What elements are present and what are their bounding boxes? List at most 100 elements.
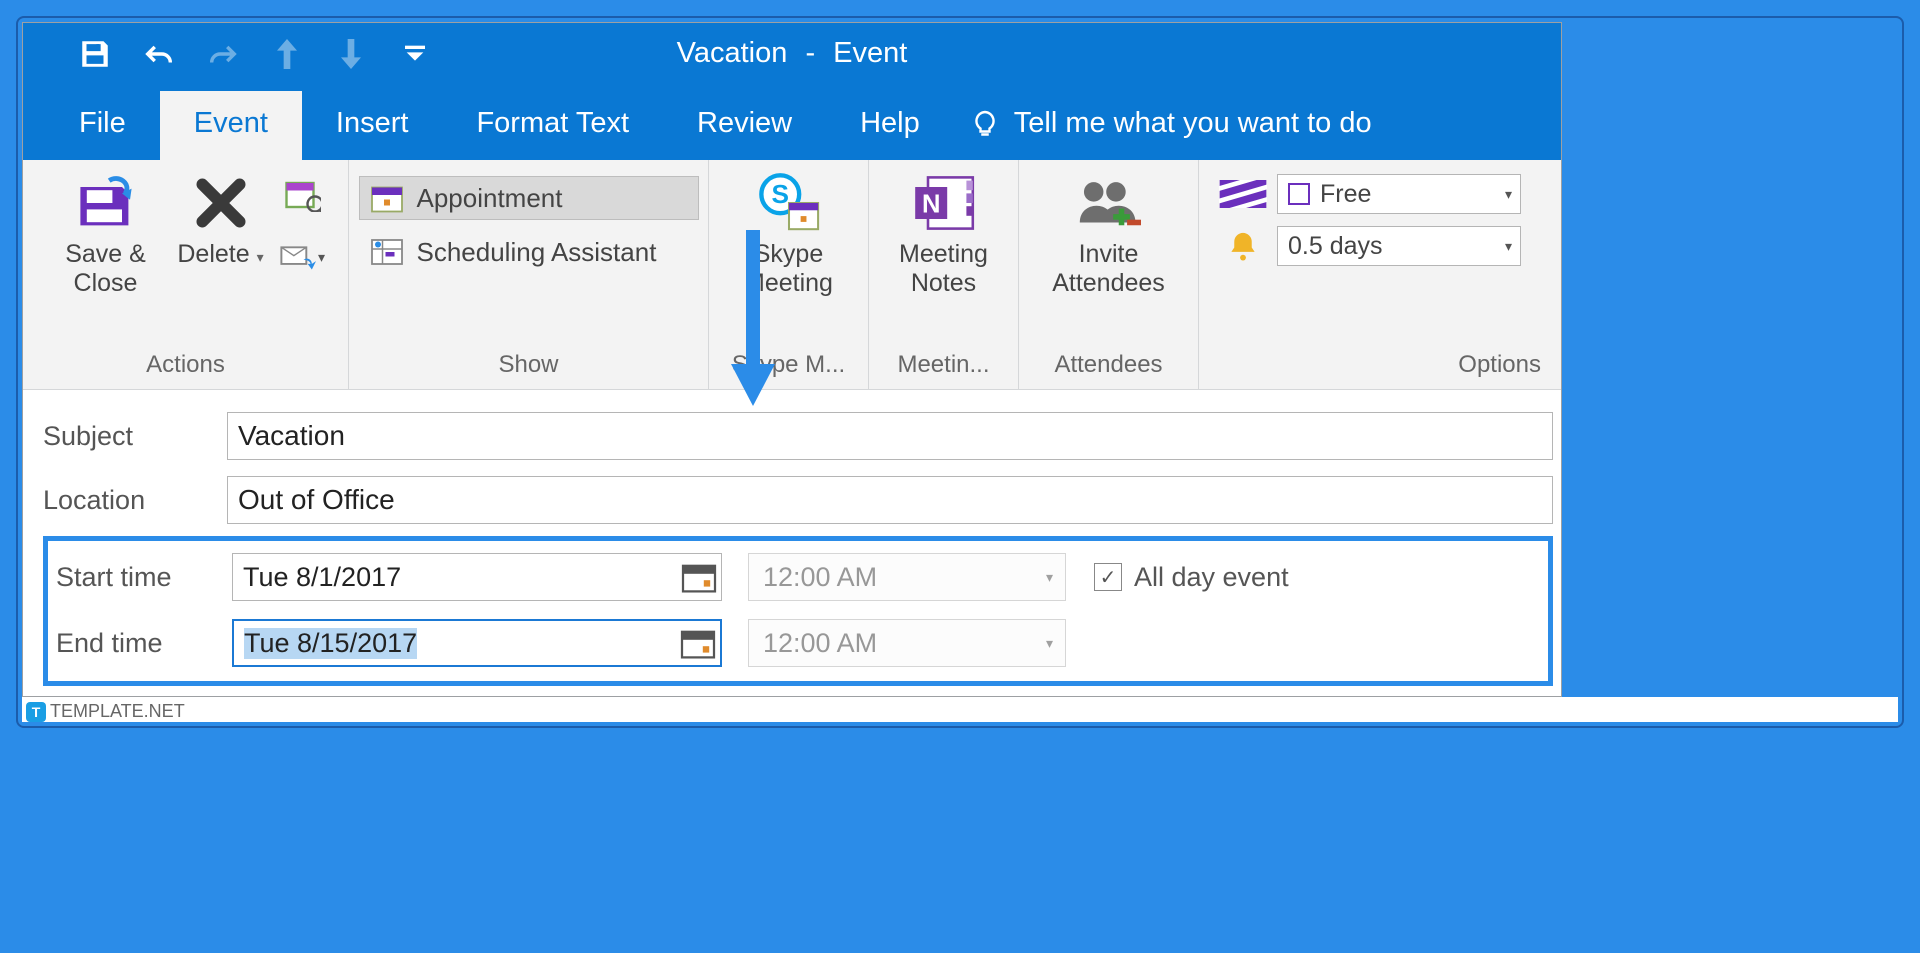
save-icon[interactable] (78, 37, 112, 71)
subject-input[interactable] (227, 412, 1553, 460)
skype-icon: S (757, 172, 821, 234)
tell-me-label: Tell me what you want to do (1014, 107, 1372, 140)
svg-text:N: N (921, 191, 939, 219)
tab-review[interactable]: Review (663, 91, 826, 160)
ribbon-group-attendees: Invite Attendees Attendees (1019, 160, 1199, 389)
dropdown-caret-icon: ▾ (1505, 186, 1512, 203)
checkbox-icon: ✓ (1094, 563, 1122, 591)
all-day-label: All day event (1134, 562, 1289, 593)
redo-icon[interactable] (206, 37, 240, 71)
all-day-checkbox[interactable]: ✓ All day event (1094, 562, 1289, 593)
start-time-dropdown[interactable]: 12:00 AM ▾ (748, 553, 1066, 601)
end-time-row: End time Tue 8/15/2017 12:00 AM ▾ (56, 619, 1520, 667)
subject-label: Subject (43, 421, 227, 452)
skype-meeting-button[interactable]: S Skype Meeting (719, 166, 859, 298)
skype-group-label: Skype M... (709, 345, 868, 389)
save-close-icon (74, 172, 138, 234)
show-as-value: Free (1320, 180, 1371, 209)
appointment-icon (369, 182, 405, 214)
ribbon: Save & Close Delete ▾ ▾ (23, 160, 1561, 390)
tab-insert[interactable]: Insert (302, 91, 443, 160)
end-time-dropdown[interactable]: 12:00 AM ▾ (748, 619, 1066, 667)
title-bar: Vacation - Event (23, 23, 1561, 85)
lightbulb-icon (970, 109, 1000, 139)
show-group-label: Show (349, 345, 708, 389)
subject-row: Subject (43, 412, 1553, 460)
tell-me-search[interactable]: Tell me what you want to do (954, 91, 1392, 160)
show-as-dropdown[interactable]: Free ▾ (1277, 174, 1521, 214)
invite-attendees-button[interactable]: Invite Attendees (1029, 166, 1189, 298)
title-separator: - (805, 37, 815, 69)
location-label: Location (43, 485, 227, 516)
options-group-label: Options (1199, 345, 1561, 389)
reminder-dropdown[interactable]: 0.5 days ▾ (1277, 226, 1521, 266)
quick-access-toolbar (23, 37, 432, 71)
watermark: T TEMPLATE.NET (22, 697, 1898, 722)
reminder-value: 0.5 days (1288, 232, 1383, 261)
save-close-button[interactable]: Save & Close (46, 166, 166, 298)
watermark-badge-icon: T (26, 702, 46, 722)
watermark-text: TEMPLATE.NET (50, 701, 185, 722)
meeting-notes-group-label: Meetin... (869, 345, 1018, 389)
end-time-label: End time (56, 628, 232, 659)
end-date-picker[interactable]: Tue 8/15/2017 (232, 619, 722, 667)
meeting-notes-button[interactable]: N Meeting Notes (879, 166, 1009, 298)
down-arrow-icon[interactable] (334, 37, 368, 71)
skype-label: Skype Meeting (719, 240, 859, 298)
scheduling-assistant-button[interactable]: Scheduling Assistant (359, 230, 699, 274)
onenote-icon: N (912, 172, 976, 234)
start-date-picker[interactable]: Tue 8/1/2017 (232, 553, 722, 601)
event-form: Subject Location Start time Tue 8/1/2017 (23, 390, 1561, 696)
location-input[interactable] (227, 476, 1553, 524)
start-date-value: Tue 8/1/2017 (243, 562, 401, 593)
delete-label: Delete ▾ (177, 240, 263, 269)
delete-icon (189, 172, 253, 234)
tab-format-text[interactable]: Format Text (442, 91, 663, 160)
attendees-label: Invite Attendees (1029, 240, 1189, 298)
dropdown-caret-icon: ▾ (1505, 238, 1512, 255)
time-highlight-frame: Start time Tue 8/1/2017 12:00 AM ▾ ✓ All… (43, 536, 1553, 686)
actions-small-buttons: ▾ (280, 166, 326, 280)
title-item: Vacation (677, 37, 788, 69)
svg-text:S: S (771, 179, 788, 209)
dropdown-caret-icon: ▾ (1046, 569, 1053, 586)
meeting-notes-label: Meeting Notes (879, 240, 1009, 298)
ribbon-group-options: Free ▾ 0.5 days ▾ Optio (1199, 160, 1561, 389)
start-time-value: 12:00 AM (763, 562, 877, 593)
scheduling-label: Scheduling Assistant (417, 237, 657, 268)
calendar-icon (681, 561, 717, 593)
tab-file[interactable]: File (45, 91, 160, 160)
forward-button[interactable]: ▾ (280, 234, 326, 280)
delete-button[interactable]: Delete ▾ (166, 166, 276, 269)
up-arrow-icon[interactable] (270, 37, 304, 71)
tab-bar: File Event Insert Format Text Review Hel… (23, 85, 1561, 160)
appointment-button[interactable]: Appointment (359, 176, 699, 220)
title-type: Event (833, 37, 907, 69)
dropdown-caret-icon: ▾ (1046, 635, 1053, 652)
calendar-icon (680, 627, 716, 659)
reminder-row: 0.5 days ▾ (1219, 226, 1521, 266)
free-status-icon (1288, 183, 1310, 205)
undo-icon[interactable] (142, 37, 176, 71)
actions-group-label: Actions (23, 345, 348, 389)
ribbon-group-actions: Save & Close Delete ▾ ▾ (23, 160, 349, 389)
attendees-icon (1077, 172, 1141, 234)
window-title: Vacation - Event (677, 37, 908, 70)
tab-event[interactable]: Event (160, 91, 302, 160)
attendees-group-label: Attendees (1019, 345, 1198, 389)
start-time-label: Start time (56, 562, 232, 593)
scheduling-icon (369, 236, 405, 268)
reminder-bell-icon (1219, 232, 1267, 260)
tab-help[interactable]: Help (826, 91, 954, 160)
end-time-value: 12:00 AM (763, 628, 877, 659)
end-date-value: Tue 8/15/2017 (244, 628, 417, 659)
location-row: Location (43, 476, 1553, 524)
show-as-row: Free ▾ (1219, 174, 1521, 214)
ribbon-group-skype: S Skype Meeting Skype M... (709, 160, 869, 389)
ribbon-group-show: Appointment Scheduling Assistant Show (349, 160, 709, 389)
save-close-label: Save & Close (46, 240, 166, 298)
ribbon-group-meeting-notes: N Meeting Notes Meetin... (869, 160, 1019, 389)
qat-customize-icon[interactable] (398, 37, 432, 71)
start-time-row: Start time Tue 8/1/2017 12:00 AM ▾ ✓ All… (56, 553, 1520, 601)
calendar-peek-button[interactable] (280, 172, 326, 218)
